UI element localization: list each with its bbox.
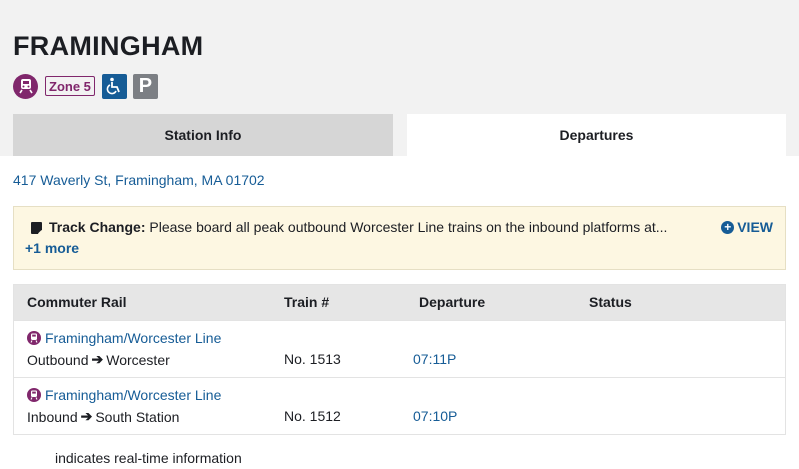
route-link[interactable]: Framingham/Worcester Line <box>27 387 221 403</box>
departure-time[interactable]: 07:11P <box>413 351 456 367</box>
departure-time[interactable]: 07:10P <box>413 408 457 424</box>
commuter-rail-icon <box>27 388 41 402</box>
route-name: Framingham/Worcester Line <box>45 387 222 403</box>
alert-icon <box>31 222 42 234</box>
zone-badge: Zone 5 <box>45 76 95 96</box>
table-row: Framingham/Worcester Line Inbound ➔ Sout… <box>14 377 785 434</box>
column-header-route: Commuter Rail <box>27 294 127 310</box>
route-link[interactable]: Framingham/Worcester Line <box>27 330 221 346</box>
train-number: No. 1512 <box>284 408 341 424</box>
plus-circle-icon: + <box>721 220 735 234</box>
accessible-icon <box>101 73 127 99</box>
realtime-legend: indicates real-time information <box>55 450 242 466</box>
alert-view-label: VIEW <box>737 219 773 235</box>
direction-label: Inbound <box>27 408 78 425</box>
parking-icon: P <box>132 73 158 99</box>
station-address-link[interactable]: 417 Waverly St, Framingham, MA 01702 <box>13 172 265 188</box>
column-header-departure: Departure <box>419 294 486 310</box>
station-features: Zone 5 P <box>13 73 158 99</box>
direction-label: Outbound <box>27 351 89 368</box>
commuter-rail-icon <box>13 73 38 99</box>
alert-text: Track Change: Please board all peak outb… <box>49 219 667 235</box>
alert-body: Please board all peak outbound Worcester… <box>145 219 668 235</box>
commuter-rail-icon <box>27 331 41 345</box>
tab-station-info[interactable]: Station Info <box>13 114 393 156</box>
direction: Inbound ➔ South Station <box>27 408 179 425</box>
column-header-status: Status <box>589 294 632 310</box>
arrow-right-icon: ➔ <box>80 408 93 424</box>
arrow-right-icon: ➔ <box>91 351 104 367</box>
direction: Outbound ➔ Worcester <box>27 351 170 368</box>
train-number: No. 1513 <box>284 351 341 367</box>
alert-view-button[interactable]: + VIEW <box>721 219 773 235</box>
route-name: Framingham/Worcester Line <box>45 330 222 346</box>
table-row: Framingham/Worcester Line Outbound ➔ Wor… <box>14 320 785 377</box>
alert-banner: Track Change: Please board all peak outb… <box>13 206 786 270</box>
page-title: FRAMINGHAM <box>13 31 204 61</box>
column-header-train: Train # <box>284 294 330 310</box>
tab-departures[interactable]: Departures <box>407 114 786 156</box>
alert-title: Track Change: <box>49 219 146 235</box>
alert-more-link[interactable]: +1 more <box>25 240 79 256</box>
destination: South Station <box>95 408 180 425</box>
table-header: Commuter Rail Train # Departure Status <box>14 285 785 320</box>
destination: Worcester <box>106 351 170 368</box>
departures-table: Commuter Rail Train # Departure Status F… <box>13 284 786 435</box>
